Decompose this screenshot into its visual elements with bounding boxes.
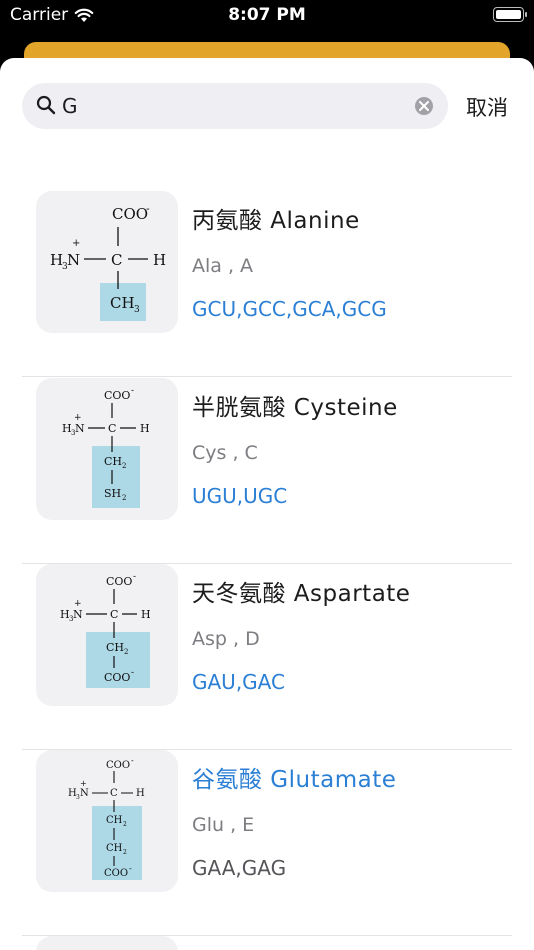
- list-item-cysteine[interactable]: COO - + H 3 N C H CH 2 SH 2 半胱氨酸 Cystein…: [22, 378, 512, 564]
- alanine-structure: COO - + H 3 N C H CH 3: [50, 202, 166, 321]
- codon-list: GAU,GAC: [192, 670, 285, 694]
- aspartate-structure: COO - + H 3 N C H CH 2 COO -: [60, 572, 151, 688]
- amino-acid-name: 半胱氨酸 Cysteine: [192, 395, 398, 421]
- svg-text:COO: COO: [104, 671, 130, 684]
- battery-icon: [493, 7, 527, 22]
- svg-text:N: N: [73, 608, 83, 621]
- next-item-thumbnail: [36, 936, 178, 950]
- svg-text:C: C: [111, 251, 122, 269]
- svg-text:H: H: [153, 251, 166, 269]
- svg-text:-: -: [146, 202, 150, 215]
- svg-text:N: N: [80, 788, 89, 799]
- structure-image-alanine: COO - + H 3 N C H CH 3: [36, 191, 178, 333]
- svg-text:2: 2: [124, 648, 128, 656]
- svg-text:+: +: [72, 238, 80, 249]
- list-item-glutamate[interactable]: COO - + H 3 N C H CH 2 CH 2 COO - 谷氨酸 Gl…: [22, 750, 512, 936]
- svg-text:H: H: [136, 788, 145, 799]
- structure-image-cysteine: COO - + H 3 N C H CH 2 SH 2: [36, 378, 178, 520]
- svg-text:SH: SH: [104, 487, 121, 500]
- svg-text:H: H: [140, 422, 150, 435]
- svg-text:C: C: [108, 422, 116, 435]
- search-bar[interactable]: [22, 83, 448, 129]
- amino-acid-abbr: Ala , A: [192, 255, 254, 277]
- codon-list: UGU,UGC: [192, 484, 288, 508]
- search-icon: [36, 95, 56, 115]
- svg-text:2: 2: [123, 821, 127, 828]
- search-sheet: 取消 COO - + H 3 N C H CH 3 丙氨酸 Alanine: [0, 58, 534, 950]
- svg-text:N: N: [75, 422, 85, 435]
- svg-text:-: -: [131, 756, 134, 765]
- amino-acid-abbr: Glu , E: [192, 814, 255, 836]
- svg-text:-: -: [133, 572, 136, 582]
- svg-text:COO: COO: [106, 575, 132, 588]
- status-bar: Carrier 8:07 PM: [0, 0, 534, 34]
- svg-text:-: -: [131, 668, 134, 678]
- clear-icon[interactable]: [415, 97, 433, 115]
- amino-acid-name: 谷氨酸 Glutamate: [192, 767, 397, 793]
- svg-text:-: -: [129, 864, 132, 873]
- svg-text:COO: COO: [112, 205, 148, 223]
- cysteine-structure: COO - + H 3 N C H CH 2 SH 2: [62, 386, 150, 508]
- amino-acid-name: 丙氨酸 Alanine: [192, 208, 360, 234]
- structure-image-glutamate: COO - + H 3 N C H CH 2 CH 2 COO -: [36, 750, 178, 892]
- codon-list: GCU,GCC,GCA,GCG: [192, 297, 387, 321]
- structure-image-aspartate: COO - + H 3 N C H CH 2 COO -: [36, 564, 178, 706]
- svg-text:COO: COO: [106, 760, 130, 771]
- svg-text:CH: CH: [104, 455, 122, 468]
- svg-text:N: N: [67, 251, 80, 269]
- svg-text:CH: CH: [110, 294, 135, 312]
- list-item-aspartate[interactable]: COO - + H 3 N C H CH 2 COO - 天冬氨酸 Aspart…: [22, 564, 512, 750]
- clock: 8:07 PM: [228, 5, 306, 25]
- codon-list: GAA,GAG: [192, 856, 287, 880]
- svg-text:C: C: [110, 608, 118, 621]
- search-input[interactable]: [62, 83, 412, 129]
- list-item-alanine[interactable]: COO - + H 3 N C H CH 3 丙氨酸 Alanine Ala ,…: [22, 191, 512, 377]
- svg-text:-: -: [131, 386, 134, 396]
- svg-text:COO: COO: [104, 868, 128, 879]
- amino-acid-name: 天冬氨酸 Aspartate: [192, 581, 411, 607]
- svg-text:3: 3: [134, 305, 140, 315]
- svg-text:COO: COO: [104, 389, 130, 402]
- svg-text:2: 2: [123, 849, 127, 856]
- amino-acid-abbr: Asp , D: [192, 628, 260, 650]
- svg-text:CH: CH: [106, 815, 123, 826]
- svg-text:+: +: [80, 779, 87, 788]
- svg-text:2: 2: [122, 462, 126, 470]
- svg-text:CH: CH: [106, 843, 123, 854]
- svg-text:2: 2: [122, 494, 126, 502]
- svg-text:H: H: [141, 608, 151, 621]
- svg-text:CH: CH: [106, 641, 124, 654]
- cancel-button[interactable]: 取消: [466, 92, 508, 122]
- svg-text:C: C: [110, 788, 118, 799]
- glutamate-structure: COO - + H 3 N C H CH 2 CH 2 COO -: [68, 756, 145, 880]
- amino-acid-abbr: Cys , C: [192, 442, 258, 464]
